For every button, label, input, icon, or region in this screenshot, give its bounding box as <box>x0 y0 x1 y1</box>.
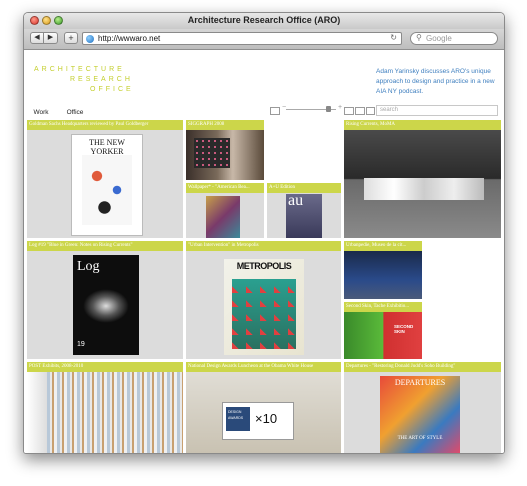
site-search-placeholder: search <box>380 107 399 113</box>
project-tile[interactable]: Wallpaper* - "American Bea... <box>186 183 264 238</box>
grid-view-icon[interactable] <box>344 107 354 115</box>
siggraph-photo <box>186 130 264 180</box>
tab-work[interactable]: Work <box>27 107 55 119</box>
site-search-input[interactable]: search <box>376 105 498 116</box>
urbanpedie-photo <box>344 251 422 299</box>
add-bookmark-button[interactable]: + <box>64 32 78 44</box>
second-skin-photo: SECOND SKIN <box>344 312 422 359</box>
rising-currents-photo <box>344 130 501 238</box>
title-bar: Architecture Research Office (ARO) <box>24 13 504 30</box>
logo-line: OFFICE <box>90 86 134 93</box>
news-headline-link[interactable]: Adam Yarinsky discusses ARO's unique app… <box>376 67 498 97</box>
cover-title: THE NEW YORKER <box>89 138 125 156</box>
project-tile[interactable]: Departures - "Restoring Donald Judd's So… <box>344 362 501 453</box>
project-tile[interactable]: Second Skin, Tache Exhibitio... SECOND S… <box>344 302 422 359</box>
tab-office[interactable]: Office <box>58 107 92 119</box>
log-cover-graphic <box>83 289 129 323</box>
log-cover-title: Log <box>77 259 100 274</box>
tile-caption: SIGGRAPH 2008 <box>186 120 264 130</box>
tile-caption: "Urban Intervention" in Metropolis <box>186 241 341 251</box>
exhibit-models-image <box>364 178 484 200</box>
aro-logo[interactable]: ARCHITECTURE RESEARCH OFFICE <box>34 66 154 106</box>
project-tile[interactable]: Goldman Sachs Headquarters reviewed by P… <box>27 120 183 238</box>
project-tile[interactable]: National Design Awards Luncheon at the O… <box>186 362 341 453</box>
project-tile[interactable]: Rising Currents, MoMA <box>344 120 501 238</box>
second-skin-sign: SECOND SKIN <box>394 324 414 334</box>
address-bar[interactable]: http://wwwaro.net ↻ <box>82 32 402 45</box>
tile-caption: Log #19 "Blue in Green: Notes on Rising … <box>27 241 183 251</box>
post-exhibits-photo <box>27 372 183 453</box>
departures-title: DEPARTURES <box>394 378 446 387</box>
log-cover-issue: 19 <box>77 341 85 348</box>
log-cover-image: Log 19 <box>73 255 139 355</box>
view-toggle-icon[interactable] <box>270 107 280 115</box>
back-button[interactable]: ◀ <box>30 32 44 44</box>
wallpaper-cover-image <box>206 196 240 238</box>
tile-caption: Second Skin, Tache Exhibitio... <box>344 302 422 312</box>
address-text: http://wwwaro.net <box>98 34 161 43</box>
project-tile[interactable]: POST Exhibits, 2008-2010 <box>27 362 183 453</box>
departures-cover-image: DEPARTURES THE ART OF STYLE <box>380 376 460 453</box>
design-awards-card: DESIGN AWARDS ×10 <box>222 402 294 440</box>
project-tile[interactable]: A+U Edition au <box>267 183 341 238</box>
metropolis-illustration <box>232 279 296 349</box>
google-search-placeholder: Google <box>426 34 452 43</box>
browser-window: Architecture Research Office (ARO) ◀ ▶ +… <box>23 12 505 454</box>
project-tile[interactable]: "Urban Intervention" in Metropolis METRO… <box>186 241 341 359</box>
browser-toolbar: ◀ ▶ + http://wwwaro.net ↻ ⚲ Google <box>24 29 504 50</box>
list-view-icon[interactable] <box>355 107 365 115</box>
logo-line: ARCHITECTURE <box>34 66 125 73</box>
logo-line: RESEARCH <box>70 76 133 83</box>
globe-icon <box>86 35 94 43</box>
cover-illustration <box>82 155 132 225</box>
au-cover-title: au <box>288 192 304 209</box>
metropolis-title: METROPOLIS <box>236 261 292 271</box>
zoom-in-icon[interactable]: + <box>338 104 342 111</box>
tile-caption: POST Exhibits, 2008-2010 <box>27 362 183 372</box>
forward-button[interactable]: ▶ <box>44 32 58 44</box>
page-content: ARCHITECTURE RESEARCH OFFICE Adam Yarins… <box>24 50 504 453</box>
image-view-icon[interactable] <box>366 107 375 115</box>
search-icon: ⚲ <box>416 33 422 42</box>
metropolis-cover-image: METROPOLIS <box>224 259 304 355</box>
led-wall-image <box>194 138 230 168</box>
departures-subtitle: THE ART OF STYLE <box>397 436 443 441</box>
tile-caption: Urbanpedie, Museo de la cit... <box>344 241 422 251</box>
tile-caption: National Design Awards Luncheon at the O… <box>186 362 341 372</box>
tile-caption: A+U Edition <box>267 183 341 193</box>
project-tile[interactable]: Log #19 "Blue in Green: Notes on Rising … <box>27 241 183 359</box>
design-awards-badge: DESIGN AWARDS <box>226 407 250 431</box>
au-cover-image: au <box>286 192 322 238</box>
google-search-field[interactable]: ⚲ Google <box>410 32 498 45</box>
zoom-slider-handle[interactable] <box>326 106 331 112</box>
tile-caption: Wallpaper* - "American Bea... <box>186 183 264 193</box>
project-tile[interactable]: SIGGRAPH 2008 <box>186 120 264 180</box>
window-title: Architecture Research Office (ARO) <box>187 15 341 25</box>
reload-icon[interactable]: ↻ <box>390 33 397 42</box>
project-tile[interactable]: Urbanpedie, Museo de la cit... <box>344 241 422 299</box>
tile-caption: Goldman Sachs Headquarters reviewed by P… <box>27 120 183 130</box>
gallery-window-image <box>27 372 47 453</box>
design-awards-photo: DESIGN AWARDS ×10 <box>186 372 341 453</box>
tile-caption: Rising Currents, MoMA <box>344 120 501 130</box>
new-yorker-cover-image: THE NEW YORKER <box>71 134 143 236</box>
design-awards-count: ×10 <box>255 411 278 426</box>
site-nav: Work Office − + search <box>24 104 504 119</box>
tile-caption: Departures - "Restoring Donald Judd's So… <box>344 362 501 372</box>
